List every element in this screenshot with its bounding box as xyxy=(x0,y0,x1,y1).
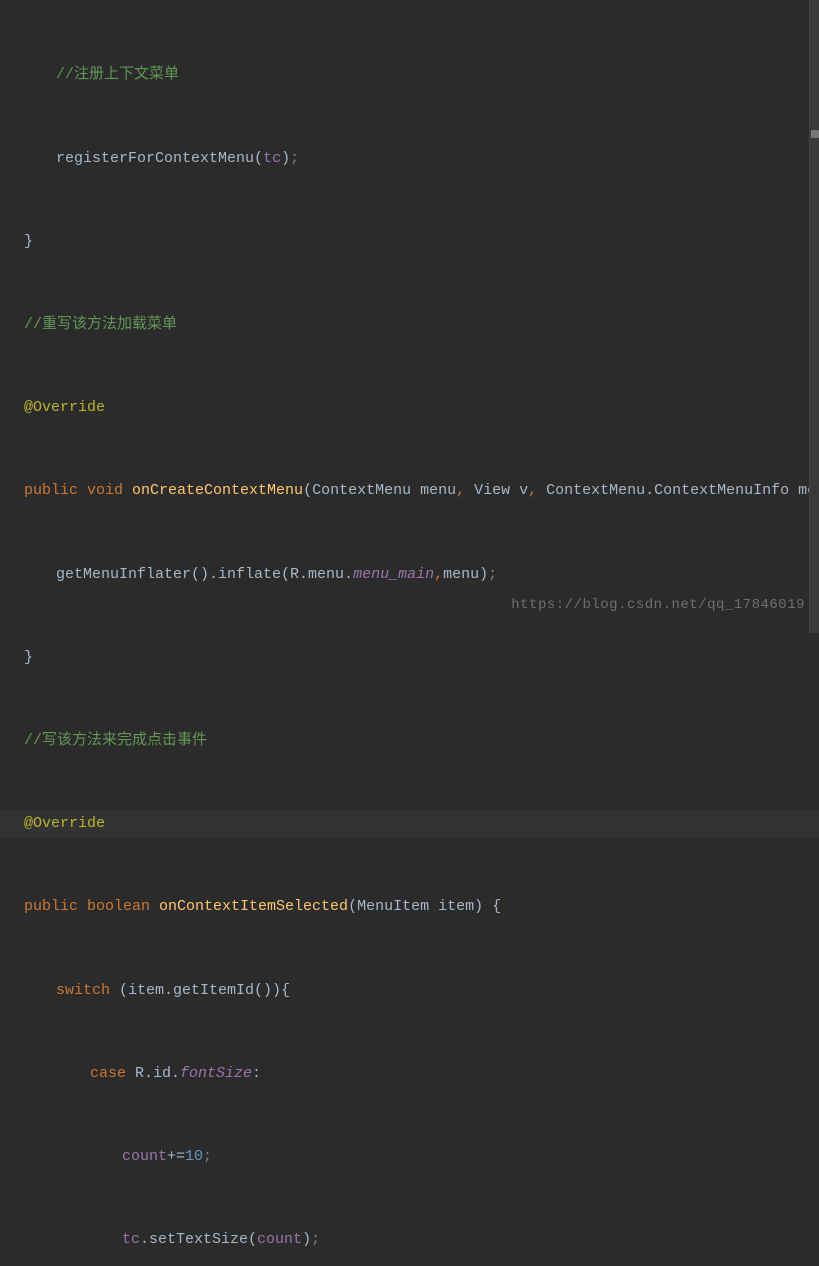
code-line: switch (item.getItemId()){ xyxy=(0,977,819,1005)
code-editor[interactable]: //注册上下文菜单 registerForContextMenu(tc); } … xyxy=(0,0,819,1266)
code-line: //注册上下文菜单 xyxy=(0,62,819,90)
watermark-text: https://blog.csdn.net/qq_17846019 xyxy=(511,593,805,619)
code-line: //重写该方法加载菜单 xyxy=(0,311,819,339)
code-line: count+=10; xyxy=(0,1143,819,1171)
annotation: @Override xyxy=(24,394,105,422)
scroll-thumb[interactable] xyxy=(811,130,819,138)
code-line: @Override xyxy=(0,394,819,422)
code-line: } xyxy=(0,228,819,256)
code-line: getMenuInflater().inflate(R.menu.menu_ma… xyxy=(0,561,819,589)
method-call: registerForContextMenu xyxy=(56,145,254,173)
comment: //写该方法来完成点击事件 xyxy=(24,727,207,755)
code-line: case R.id.fontSize: xyxy=(0,1060,819,1088)
code-line: tc.setTextSize(count); xyxy=(0,1226,819,1254)
annotation: @Override xyxy=(24,810,105,838)
method-name: onCreateContextMenu xyxy=(132,477,303,505)
method-name: onContextItemSelected xyxy=(159,893,348,921)
code-line: public boolean onContextItemSelected(Men… xyxy=(0,893,819,921)
comment: //注册上下文菜单 xyxy=(56,61,179,89)
vertical-scrollbar[interactable] xyxy=(809,0,819,633)
code-line: //写该方法来完成点击事件 xyxy=(0,727,819,755)
code-line: public void onCreateContextMenu(ContextM… xyxy=(0,477,819,505)
code-line-highlighted: @Override xyxy=(0,810,819,838)
comment: //重写该方法加载菜单 xyxy=(24,311,177,339)
code-line: } xyxy=(0,644,819,672)
code-line: registerForContextMenu(tc); xyxy=(0,145,819,173)
